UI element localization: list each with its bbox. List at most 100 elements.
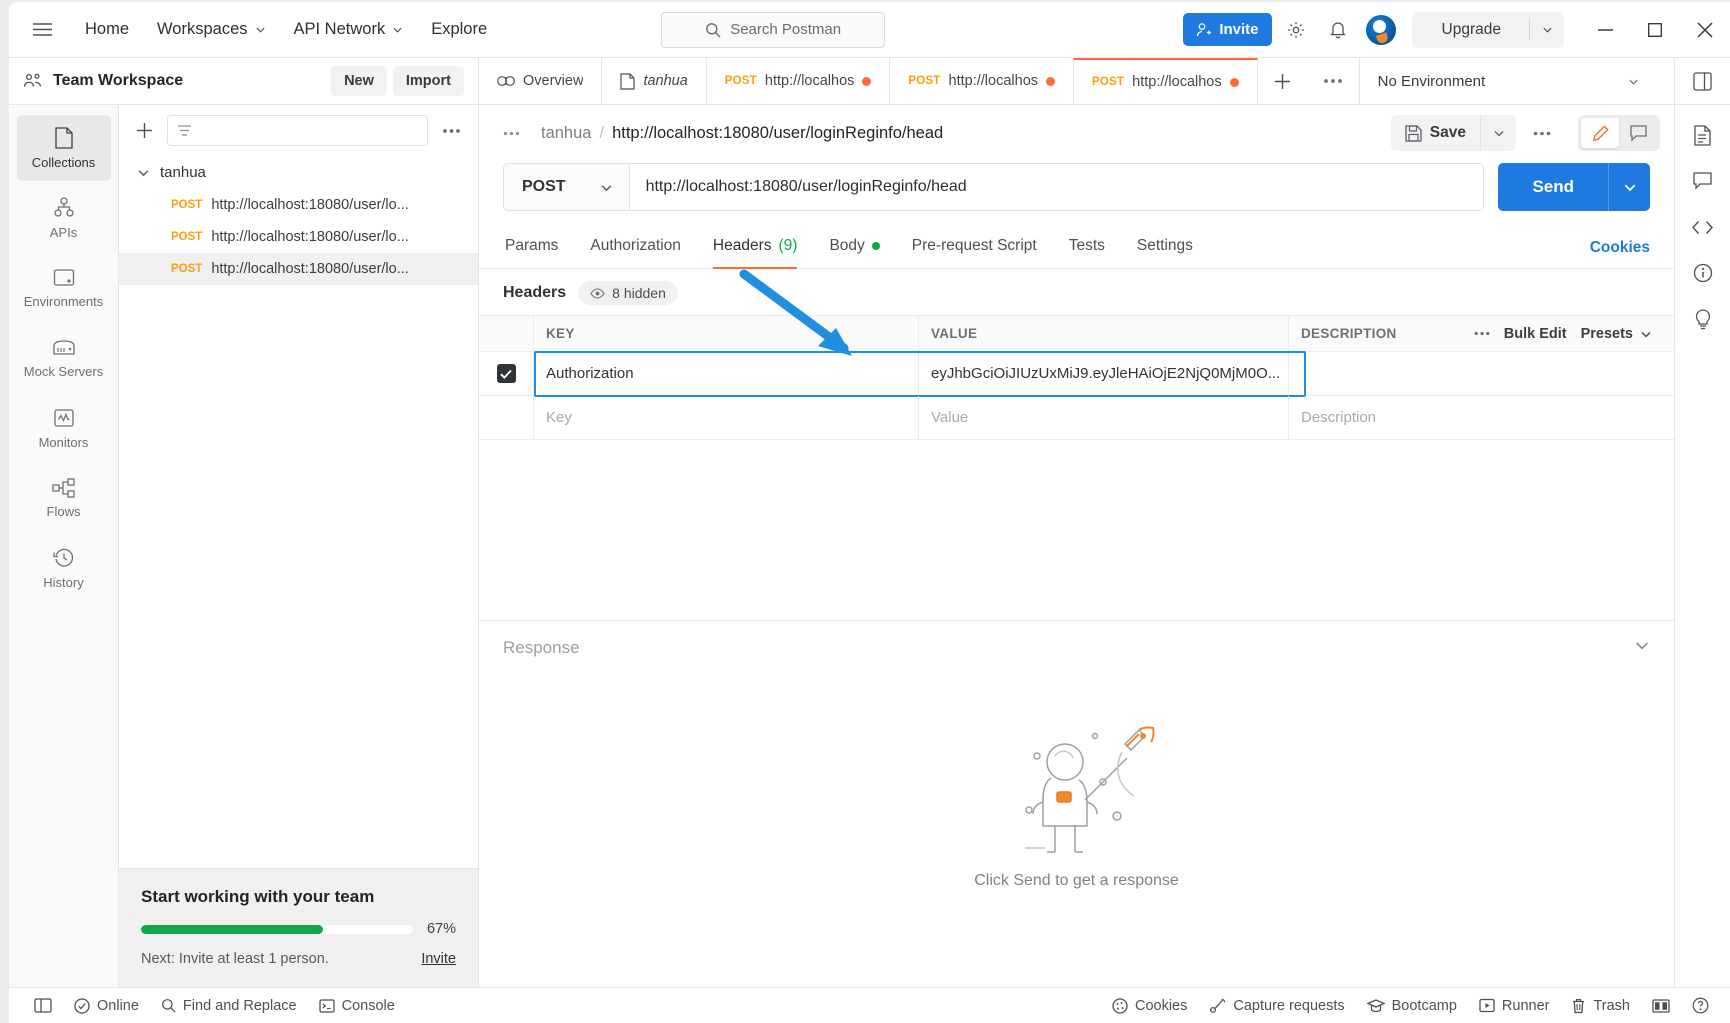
rail-item-history[interactable]: History (17, 535, 111, 601)
tab-settings[interactable]: Settings (1121, 227, 1209, 268)
two-pane-button[interactable] (1641, 998, 1681, 1013)
environment-selector[interactable]: No Environment (1360, 58, 1655, 104)
breadcrumb-more-button[interactable] (491, 131, 531, 136)
console-label: Console (341, 997, 395, 1014)
rail-item-apis[interactable]: APIs (17, 185, 111, 251)
sidebar-filter-input[interactable] (167, 115, 428, 146)
documentation-button[interactable] (1683, 115, 1723, 155)
tab-tests[interactable]: Tests (1053, 227, 1121, 268)
avatar[interactable] (1365, 14, 1396, 45)
close-icon (1697, 21, 1713, 38)
upgrade-dropdown-button[interactable] (1530, 24, 1564, 35)
empty-value-cell[interactable]: Value (919, 396, 1289, 439)
invite-button[interactable]: Invite (1183, 13, 1272, 46)
cookies-link[interactable]: Cookies (1590, 239, 1650, 257)
sidebar-footer: Start working with your team 67% Next: I… (119, 868, 478, 987)
sidebar-request-item-1[interactable]: POST http://localhost:18080/user/lo... (119, 189, 478, 221)
status-online[interactable]: Online (63, 988, 150, 1023)
sidebar-add-button[interactable] (131, 118, 157, 144)
row-description-cell[interactable] (1289, 352, 1674, 395)
window-minimize-button[interactable] (1580, 3, 1630, 57)
empty-description-cell[interactable]: Description (1289, 396, 1674, 439)
tab-request-3-active[interactable]: POST http://localhos (1074, 58, 1258, 104)
comment-mode-button[interactable] (1619, 118, 1657, 148)
trash-button[interactable]: Trash (1560, 998, 1641, 1014)
response-collapse-button[interactable] (1634, 637, 1650, 658)
save-button[interactable]: Save (1391, 115, 1480, 151)
import-button[interactable]: Import (392, 66, 464, 96)
empty-key-cell[interactable]: Key (534, 396, 919, 439)
window-close-button[interactable] (1680, 3, 1730, 57)
rail-item-monitors[interactable]: Monitors (17, 395, 111, 461)
notifications-button[interactable] (1320, 12, 1356, 48)
search-input[interactable]: Search Postman (661, 11, 886, 48)
tab-request-1[interactable]: POST http://localhos (707, 58, 891, 104)
nav-home[interactable]: Home (71, 13, 143, 46)
hamburger-icon[interactable] (25, 13, 59, 47)
tab-pre-request-script[interactable]: Pre-request Script (896, 227, 1053, 268)
save-dropdown-button[interactable] (1480, 115, 1516, 151)
response-header: Response (479, 621, 1674, 658)
new-button[interactable]: New (331, 66, 387, 96)
row-value-cell[interactable]: eyJhbGciOiJIUzUxMiJ9.eyJleHAiOjE2NjQ0MjM… (919, 352, 1289, 395)
find-and-replace-button[interactable]: Find and Replace (150, 988, 308, 1023)
hidden-headers-toggle[interactable]: 8 hidden (578, 281, 678, 305)
code-snippet-button[interactable] (1683, 207, 1723, 247)
tab-params[interactable]: Params (503, 227, 574, 268)
onboarding-invite-link[interactable]: Invite (421, 951, 456, 967)
cookies-button[interactable]: Cookies (1101, 998, 1198, 1014)
edit-mode-button[interactable] (1581, 118, 1619, 148)
tab-collection-tanhua[interactable]: tanhua (602, 58, 707, 104)
settings-button[interactable] (1278, 12, 1314, 48)
tab-body[interactable]: Body (813, 227, 895, 268)
tab-request-2[interactable]: POST http://localhos (890, 58, 1075, 104)
headers-table-more-button[interactable] (1474, 331, 1490, 336)
runner-button[interactable]: Runner (1468, 998, 1561, 1014)
table-row[interactable]: Authorization eyJhbGciOiJIUzUxMiJ9.eyJle… (479, 351, 1674, 397)
bootcamp-button[interactable]: Bootcamp (1356, 998, 1468, 1014)
search-icon (162, 999, 176, 1013)
breadcrumb-collection[interactable]: tanhua (541, 124, 591, 143)
tab-headers[interactable]: Headers (9) (697, 227, 814, 269)
window-maximize-button[interactable] (1630, 3, 1680, 57)
sidebar-more-button[interactable] (438, 128, 464, 134)
collection-icon (620, 72, 636, 90)
tab-method: POST (1092, 76, 1125, 88)
nav-workspaces[interactable]: Workspaces (143, 13, 279, 46)
comments-button[interactable] (1683, 161, 1723, 201)
capture-requests-button[interactable]: Capture requests (1198, 998, 1355, 1014)
bell-icon (1329, 22, 1346, 39)
table-row-empty[interactable]: Key Value Description (479, 396, 1674, 440)
row-key-cell[interactable]: Authorization (534, 352, 919, 395)
bulk-edit-button[interactable]: Bulk Edit (1504, 326, 1567, 342)
rail-item-collections[interactable]: Collections (16, 115, 111, 181)
tab-authorization[interactable]: Authorization (574, 227, 696, 268)
new-tab-button[interactable] (1258, 58, 1308, 104)
breadcrumb-request-name[interactable]: http://localhost:18080/user/loginReginfo… (612, 124, 943, 143)
nav-api-network[interactable]: API Network (280, 13, 418, 46)
presets-button[interactable]: Presets (1581, 326, 1652, 342)
send-button[interactable]: Send (1498, 163, 1608, 211)
url-input[interactable]: http://localhost:18080/user/loginReginfo… (629, 164, 1484, 210)
rail-item-flows[interactable]: Flows (17, 465, 111, 531)
row-checkbox[interactable] (496, 364, 516, 383)
info-button[interactable] (1683, 253, 1723, 293)
rail-item-environments[interactable]: Environments (17, 255, 111, 321)
send-dropdown-button[interactable] (1608, 163, 1650, 211)
nav-explore[interactable]: Explore (417, 13, 501, 46)
upgrade-button[interactable]: Upgrade (1412, 21, 1529, 39)
trash-label: Trash (1593, 997, 1630, 1014)
sidebar-collection-tanhua[interactable]: tanhua (119, 156, 478, 189)
sidebar-request-item-3[interactable]: POST http://localhost:18080/user/lo... (119, 253, 478, 285)
tips-button[interactable] (1683, 299, 1723, 339)
tabs-more-button[interactable] (1308, 58, 1360, 104)
help-button[interactable] (1681, 997, 1720, 1014)
method-selector[interactable]: POST (504, 164, 630, 210)
rail-item-mock-servers[interactable]: Mock Servers (17, 325, 111, 391)
request-more-button[interactable] (1520, 115, 1564, 151)
tab-overview[interactable]: Overview (479, 58, 603, 104)
sidebar-request-item-2[interactable]: POST http://localhost:18080/user/lo... (119, 221, 478, 253)
console-button[interactable]: Console (308, 988, 406, 1023)
sidebar-toggle-button[interactable] (23, 988, 63, 1023)
edit-mode-toggle-group (1578, 115, 1660, 151)
